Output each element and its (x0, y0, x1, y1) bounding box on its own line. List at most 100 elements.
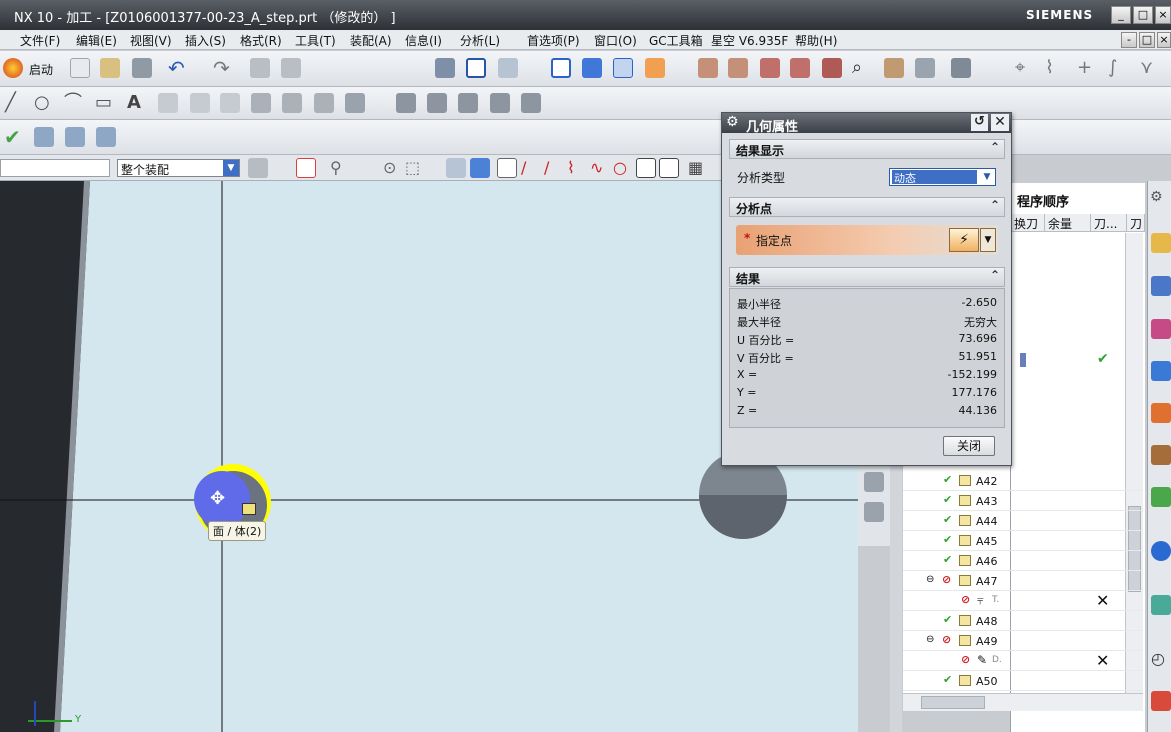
zoom-icon[interactable]: ⌕ (852, 58, 872, 78)
collapse-icon[interactable]: ⊖ (926, 634, 934, 645)
close-button[interactable]: 关闭 (943, 436, 995, 456)
select-icon-3[interactable] (446, 158, 466, 178)
chevron-down-icon[interactable]: ▼ (223, 160, 239, 176)
render-style-icon[interactable] (951, 58, 971, 78)
specify-point-row[interactable]: * 指定点 ⚡ ▼ (736, 225, 998, 255)
feature-icon-1[interactable] (190, 93, 210, 113)
point-icon[interactable]: ○ (34, 93, 54, 113)
copy-icon[interactable] (281, 58, 301, 78)
solid-view-icon-5[interactable] (822, 58, 842, 78)
filter-icon[interactable] (248, 158, 268, 178)
point-dialog-icon[interactable]: ⚡ (949, 228, 979, 252)
snap-icon-5[interactable]: ⋎ (1140, 58, 1160, 78)
menu-info[interactable]: 信息(I) (405, 32, 442, 49)
chevron-up-icon[interactable]: ⌃ (990, 198, 1000, 212)
mini-tool-icon-2[interactable] (864, 502, 884, 522)
menu-file[interactable]: 文件(F) (20, 32, 60, 49)
doc-close-button[interactable]: × (1157, 32, 1171, 48)
material-icon[interactable] (645, 58, 665, 78)
list-item[interactable]: ⊘ ✎ D. ✕ (903, 651, 1143, 671)
feature-icon-3[interactable] (251, 93, 271, 113)
resource-icon-4[interactable] (1151, 361, 1171, 381)
section-analysis-point[interactable]: 分析点 ⌃ (729, 197, 1005, 217)
cam-icon-1[interactable] (34, 127, 54, 147)
cam-icon-2[interactable] (65, 127, 85, 147)
point-on-curve-icon[interactable] (636, 158, 656, 178)
gear-icon[interactable]: ⚙ (1150, 187, 1170, 207)
feature-icon-6[interactable] (345, 93, 365, 113)
cut-icon[interactable] (250, 58, 270, 78)
doc-restore-button[interactable]: □ (1139, 32, 1155, 48)
menu-view[interactable]: 视图(V) (130, 32, 172, 49)
start-icon[interactable] (3, 58, 23, 78)
menu-tools[interactable]: 工具(T) (295, 32, 336, 49)
wireframe-icon[interactable] (613, 58, 633, 78)
column-tool-2[interactable]: 刀 (1127, 214, 1145, 232)
menu-assembly[interactable]: 装配(A) (350, 32, 392, 49)
list-item[interactable]: ✔ A42 (903, 471, 1143, 491)
view-icon[interactable] (466, 58, 486, 78)
open-folder-icon[interactable] (100, 58, 120, 78)
text-icon[interactable]: A (127, 93, 147, 113)
rectangle-icon[interactable]: ▭ (95, 93, 115, 113)
feature-icon-2[interactable] (220, 93, 240, 113)
column-tool[interactable]: 刀... (1091, 214, 1127, 232)
type-filter-dropdown[interactable] (0, 159, 110, 177)
save-icon[interactable] (132, 58, 152, 78)
column-stock[interactable]: 余量 (1045, 214, 1091, 232)
synchronous-icon-1[interactable] (396, 93, 416, 113)
resource-icon-6[interactable] (1151, 445, 1171, 465)
navigator-hscrollbar[interactable] (903, 693, 1143, 711)
shaded-icon[interactable] (582, 58, 602, 78)
synchronous-icon-2[interactable] (427, 93, 447, 113)
list-item[interactable]: ⊖ ⊘ A49 (903, 631, 1143, 651)
chevron-down-icon[interactable]: ▼ (980, 170, 994, 184)
line-icon[interactable]: ╱ (5, 93, 25, 113)
menu-help[interactable]: 帮助(H) (795, 32, 837, 49)
resource-icon-10[interactable] (1151, 691, 1171, 711)
section-icon[interactable] (915, 58, 935, 78)
endpoint-icon[interactable] (497, 158, 517, 178)
collapse-icon[interactable]: ⊖ (926, 574, 934, 585)
synchronous-icon-3[interactable] (458, 93, 478, 113)
menu-preferences[interactable]: 首选项(P) (527, 32, 580, 49)
panel-splitter[interactable] (890, 466, 902, 732)
solid-view-icon-4[interactable] (790, 58, 810, 78)
layer-icon[interactable] (498, 58, 518, 78)
cam-icon-3[interactable] (96, 127, 116, 147)
minimize-button[interactable]: _ (1111, 6, 1131, 24)
resource-icon-7[interactable] (1151, 487, 1171, 507)
menu-format[interactable]: 格式(R) (240, 32, 282, 49)
new-file-icon[interactable] (70, 58, 90, 78)
menu-insert[interactable]: 插入(S) (185, 32, 226, 49)
control-point-icon[interactable]: / (544, 158, 564, 178)
start-menu-button[interactable]: 启动 (29, 61, 53, 78)
close-window-button[interactable]: × (1155, 6, 1171, 24)
snap-icon-1[interactable]: ⌖ (1015, 58, 1035, 78)
chevron-down-icon[interactable]: ▼ (980, 228, 996, 252)
check-toolpath-icon[interactable]: ✔ (4, 127, 24, 147)
history-icon[interactable]: ◴ (1151, 649, 1171, 669)
section-result-display[interactable]: 结果显示 ⌃ (729, 139, 1005, 159)
menu-window[interactable]: 窗口(O) (594, 32, 637, 49)
dialog-title-bar[interactable]: ⚙ 几何属性 ↺ ✕ (722, 113, 1011, 135)
resource-icon-9[interactable] (1151, 595, 1171, 615)
resource-icon-2[interactable] (1151, 276, 1171, 296)
select-icon-4[interactable] (470, 158, 490, 178)
rectangle-select-icon[interactable]: ⬚ (405, 158, 425, 178)
snap-icon-3[interactable]: + (1077, 58, 1097, 78)
scope-filter-dropdown[interactable]: 整个装配 ▼ (117, 159, 240, 177)
undo-icon[interactable]: ↶ (168, 58, 188, 78)
list-item[interactable]: ✔ A43 (903, 491, 1143, 511)
list-item[interactable]: ✔ A46 (903, 551, 1143, 571)
solid-view-icon-2[interactable] (728, 58, 748, 78)
redo-icon[interactable]: ↷ (213, 58, 233, 78)
reset-icon[interactable]: ↺ (971, 114, 988, 131)
menu-edit[interactable]: 编辑(E) (76, 32, 117, 49)
resource-icon-5[interactable] (1151, 403, 1171, 423)
snap-icon-2[interactable]: ⌇ (1045, 58, 1065, 78)
select-icon-1[interactable]: ⚲ (330, 158, 350, 178)
grid-icon[interactable]: ▦ (688, 158, 708, 178)
synchronous-icon-4[interactable] (490, 93, 510, 113)
list-item[interactable]: ✔ A50 (903, 671, 1143, 691)
